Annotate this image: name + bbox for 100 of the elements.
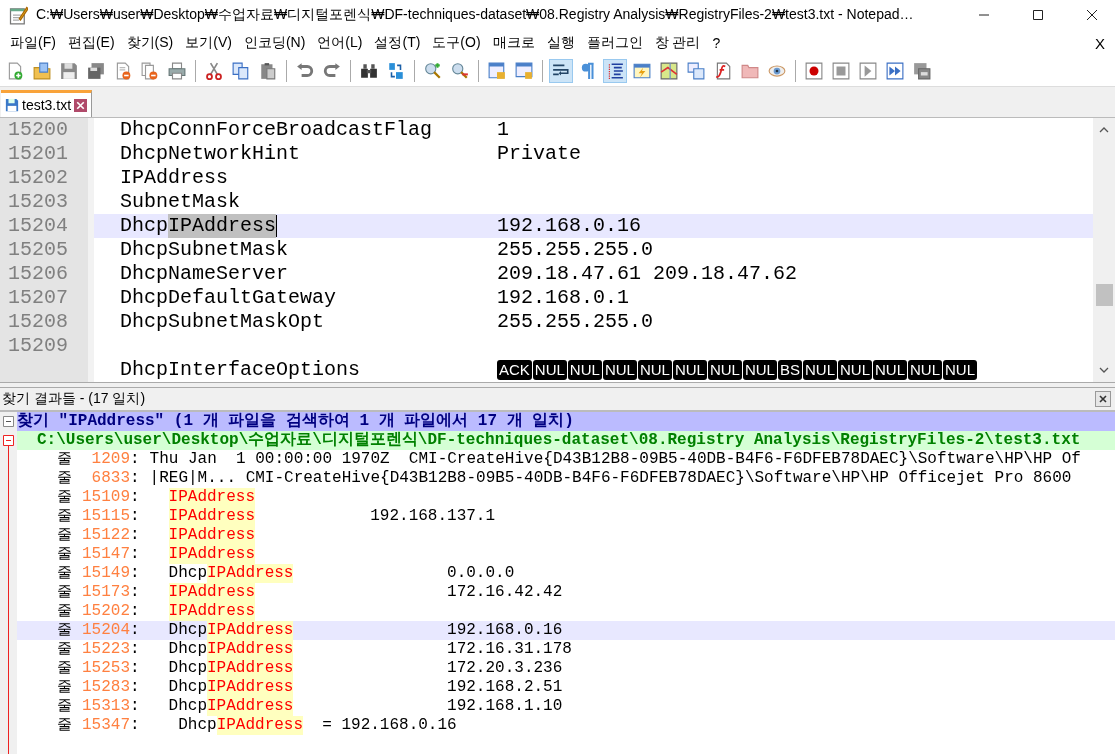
result-line[interactable]: 줄 15173: IPAddress 172.16.42.42 xyxy=(17,583,1115,602)
result-line[interactable]: 줄 15313: DhcpIPAddress 192.168.1.10 xyxy=(17,697,1115,716)
toolbar-button[interactable] xyxy=(549,59,573,83)
window-lock-icon xyxy=(515,62,533,80)
menu-item[interactable]: 실행 xyxy=(540,34,581,52)
menu-item[interactable]: 파일(F) xyxy=(4,34,62,52)
code-text: Private xyxy=(497,142,581,166)
result-line[interactable]: 줄 15253: DhcpIPAddress 172.20.3.236 xyxy=(17,659,1115,678)
window-stack-icon xyxy=(913,62,931,80)
result-line[interactable]: 줄 15147: IPAddress xyxy=(17,545,1115,564)
result-line[interactable]: 줄 15115: IPAddress 192.168.137.1 xyxy=(17,507,1115,526)
result-line[interactable]: 줄 15149: DhcpIPAddress 0.0.0.0 xyxy=(17,564,1115,583)
menu-item[interactable]: 인코딩(N) xyxy=(237,34,312,52)
code-text: DhcpNameServer xyxy=(120,262,289,286)
match-text: IPAddress xyxy=(207,678,294,697)
vertical-scrollbar[interactable] xyxy=(1093,118,1115,382)
windows-icon xyxy=(687,62,705,80)
result-line[interactable]: 줄 6833: |REG|M... CMI-CreateHive{D43B12B8-09B5-40DB-B4F6-F6DFEB78DAEC}\Software\HP\HP Officejet Pro 8600 xyxy=(17,469,1115,488)
printer-icon xyxy=(168,62,186,80)
result-line[interactable]: 줄 15122: IPAddress xyxy=(17,526,1115,545)
menu-item[interactable]: 편집(E) xyxy=(61,34,121,52)
floppy-disks-icon xyxy=(87,62,105,80)
colon-text: : xyxy=(130,507,140,526)
control-character: NUL xyxy=(908,360,943,380)
scroll-thumb[interactable] xyxy=(1095,284,1113,306)
match-text: IPAddress xyxy=(207,621,294,640)
close-all-files-icon xyxy=(141,62,159,80)
pilcrow-icon xyxy=(579,62,597,80)
line-label: 줄 xyxy=(57,450,72,469)
code-text: IPAddress xyxy=(120,166,229,190)
line-label: 줄 xyxy=(57,678,72,697)
match-text: IPAddress xyxy=(168,526,256,545)
line-number: 15223 xyxy=(81,640,130,659)
line-number: 15204 xyxy=(81,621,130,640)
close-panel-button[interactable] xyxy=(1095,391,1111,407)
indent-guide-icon xyxy=(606,62,624,80)
menu-item[interactable]: 창 관리 xyxy=(648,34,707,52)
line-number: 15204 xyxy=(0,214,94,238)
notepad-icon xyxy=(8,5,28,25)
menu-item[interactable]: 찾기(S) xyxy=(120,34,180,52)
colon-text: : xyxy=(130,659,140,678)
tab-label: test3.txt xyxy=(22,97,72,113)
new-file-icon xyxy=(6,62,24,80)
line-label: 줄 xyxy=(57,488,72,507)
result-line[interactable]: 줄 15202: IPAddress xyxy=(17,602,1115,621)
line-number: 15149 xyxy=(81,564,130,583)
match-text: IPAddress xyxy=(168,507,256,526)
result-text: Dhcp xyxy=(177,716,217,735)
toolbar-button[interactable] xyxy=(802,59,826,83)
window-lock-icon xyxy=(488,62,506,80)
menu-item[interactable]: 설정(T) xyxy=(368,34,427,52)
menu-item[interactable]: 보기(V) xyxy=(179,34,238,52)
match-text: IPAddress xyxy=(207,640,294,659)
toolbar-button[interactable] xyxy=(603,59,627,83)
control-character: NUL xyxy=(838,360,872,380)
match-text: IPAddress xyxy=(207,697,294,716)
line-number: 6833 xyxy=(90,469,130,488)
menu-item[interactable]: 도구(O) xyxy=(426,34,487,52)
result-line[interactable]: 줄 1209: Thu Jan 1 00:00:00 1970Z CMI-CreateHive{D43B12B8-09B5-40DB-B4F6-F6DFEB78DAEC}\Software\HP\HP Of xyxy=(17,450,1115,469)
code-text: Dhcp xyxy=(120,214,168,238)
result-line[interactable]: 줄 15283: DhcpIPAddress 192.168.2.51 xyxy=(17,678,1115,697)
menu-item[interactable]: 플러그인 xyxy=(580,34,649,52)
fold-minus-icon xyxy=(3,435,14,446)
close-document-button[interactable]: X xyxy=(1089,34,1115,52)
control-character: NUL xyxy=(802,360,837,380)
result-line[interactable]: 줄 15109: IPAddress xyxy=(17,488,1115,507)
line-label: 줄 xyxy=(57,716,72,735)
code-text: DhcpDefaultGateway xyxy=(120,286,337,310)
file-tab[interactable]: test3.txt xyxy=(1,90,93,117)
panel-title: 찾기 결과들 - (17 일치) xyxy=(2,390,146,408)
line-label: 줄 xyxy=(57,545,72,564)
window-title: C:₩Users₩user₩Desktop₩수업자료₩디지털포렌식₩DF-techniques-dataset₩08.Registry Analysis₩RegistryFiles-2₩test3.txt - Notepad… xyxy=(36,6,914,24)
line-number: 15122 xyxy=(81,526,130,545)
menu-item[interactable]: ? xyxy=(706,35,727,51)
menu-item[interactable]: 언어(L) xyxy=(311,34,369,52)
line-number: 15208 xyxy=(0,310,94,334)
line-number: 15147 xyxy=(81,545,130,564)
menu-item[interactable]: 매크로 xyxy=(486,34,541,52)
line-number: 15205 xyxy=(0,238,94,262)
code-text: DhcpConnForceBroadcastFlag xyxy=(120,118,433,142)
result-text: 172.16.42.42 xyxy=(446,583,563,602)
undo-icon xyxy=(296,62,314,80)
code-text: 192.168.0.16 xyxy=(497,214,642,238)
result-text: = 192.168.0.16 xyxy=(321,716,457,735)
result-line[interactable]: 줄 15223: DhcpIPAddress 172.16.31.178 xyxy=(17,640,1115,659)
code-text: 192.168.0.1 xyxy=(497,286,630,310)
fast-forward-icon xyxy=(886,62,904,80)
line-number: 1209 xyxy=(90,450,130,469)
line-number: 15313 xyxy=(81,697,130,716)
code-text: DhcpNetworkHint xyxy=(120,142,301,166)
colon-text: : xyxy=(130,526,140,545)
line-label: 줄 xyxy=(57,526,72,545)
close-tab-icon xyxy=(74,98,88,112)
result-text: 192.168.2.51 xyxy=(446,678,563,697)
line-number: 15109 xyxy=(81,488,130,507)
line-label: 줄 xyxy=(57,469,72,488)
result-line[interactable]: 줄 15347: DhcpIPAddress = 192.168.0.16 xyxy=(17,716,1115,735)
result-text: Dhcp xyxy=(168,659,207,678)
colon-text: : xyxy=(130,697,140,716)
result-text: 192.168.137.1 xyxy=(369,507,496,526)
